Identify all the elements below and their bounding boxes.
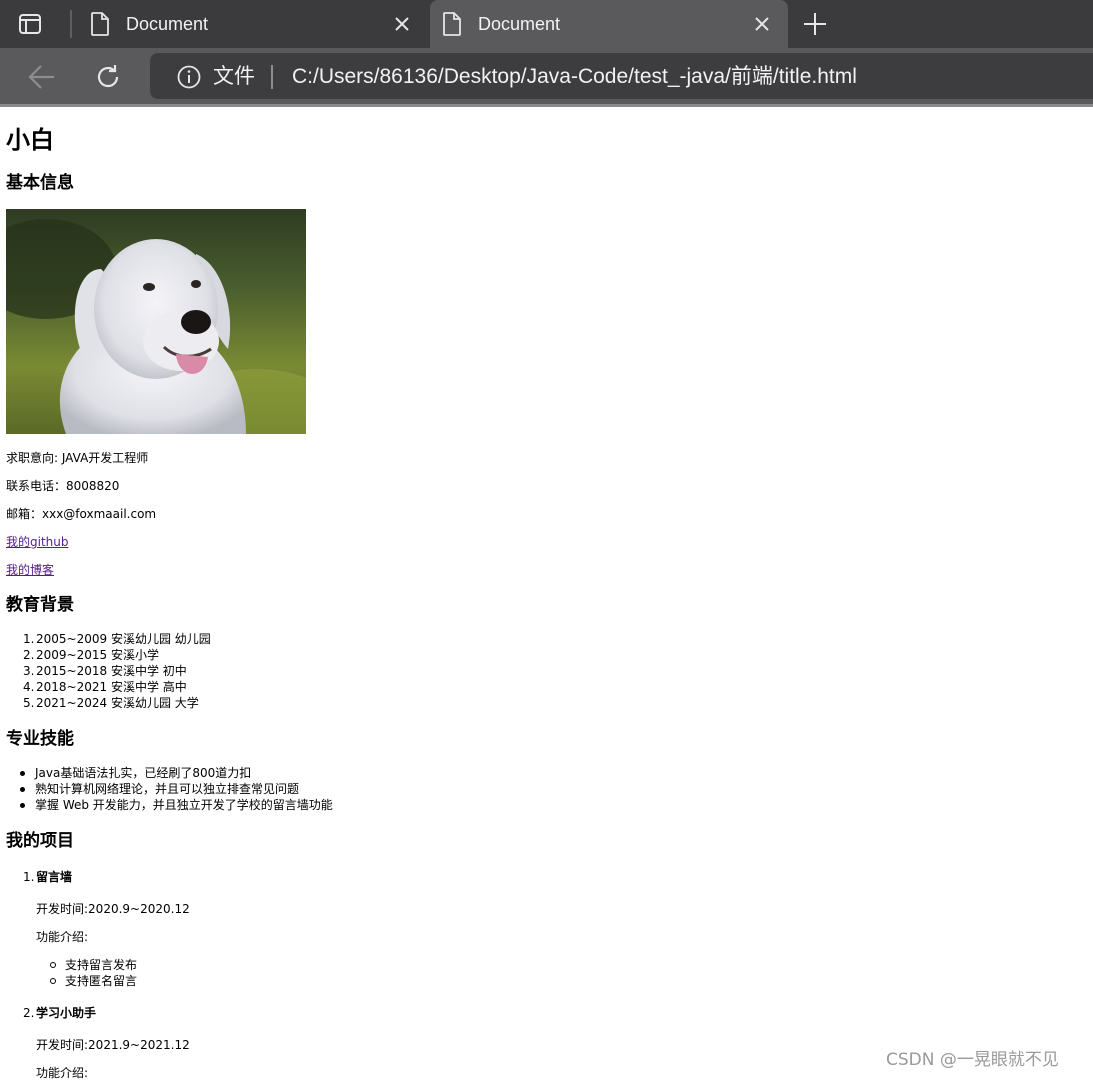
page-icon	[442, 12, 462, 36]
address-separator	[271, 65, 273, 89]
basic-info-heading: 基本信息	[6, 173, 74, 193]
close-icon[interactable]	[392, 14, 412, 34]
tab-strip: Document Document	[0, 0, 1093, 48]
project-dev-time: 开发时间:2021.9~2021.12	[36, 1038, 190, 1052]
blog-link[interactable]: 我的博客	[6, 563, 54, 577]
scheme-label: 文件	[213, 65, 255, 88]
close-icon[interactable]	[752, 14, 772, 34]
reload-icon[interactable]	[94, 63, 122, 91]
plus-icon[interactable]	[802, 11, 828, 37]
page-icon	[90, 12, 110, 36]
project-dev-time: 开发时间:2020.9~2020.12	[36, 902, 190, 916]
info-icon[interactable]	[177, 65, 201, 89]
profile-photo	[6, 209, 306, 434]
projects-heading: 我的项目	[6, 831, 74, 851]
project-intro-label: 功能介绍:	[36, 1066, 89, 1080]
phone-number: 联系电话：8008820	[6, 479, 120, 493]
skills-heading: 专业技能	[6, 729, 74, 749]
tab-title: Document	[478, 14, 561, 34]
page-title: 小白	[6, 126, 54, 154]
tab-document-2[interactable]: Document	[430, 0, 788, 48]
email-address: 邮箱：xxx@foxmaail.com	[6, 507, 157, 521]
url-text[interactable]: C:/Users/86136/Desktop/Java-Code/test_-j…	[292, 62, 857, 92]
education-heading: 教育背景	[6, 595, 74, 615]
back-arrow-icon[interactable]	[28, 64, 56, 90]
toolbar-divider	[0, 104, 1093, 107]
tab-separator	[70, 10, 72, 38]
project-intro-label: 功能介绍:	[36, 930, 89, 944]
tab-title: Document	[126, 14, 209, 34]
job-intention: 求职意向: JAVA开发工程师	[6, 451, 149, 465]
watermark: CSDN @一晃眼就不见	[886, 1050, 1059, 1070]
tab-actions-icon[interactable]	[18, 12, 42, 36]
github-link[interactable]: 我的github	[6, 535, 69, 549]
tab-document-1[interactable]: Document	[78, 0, 428, 48]
